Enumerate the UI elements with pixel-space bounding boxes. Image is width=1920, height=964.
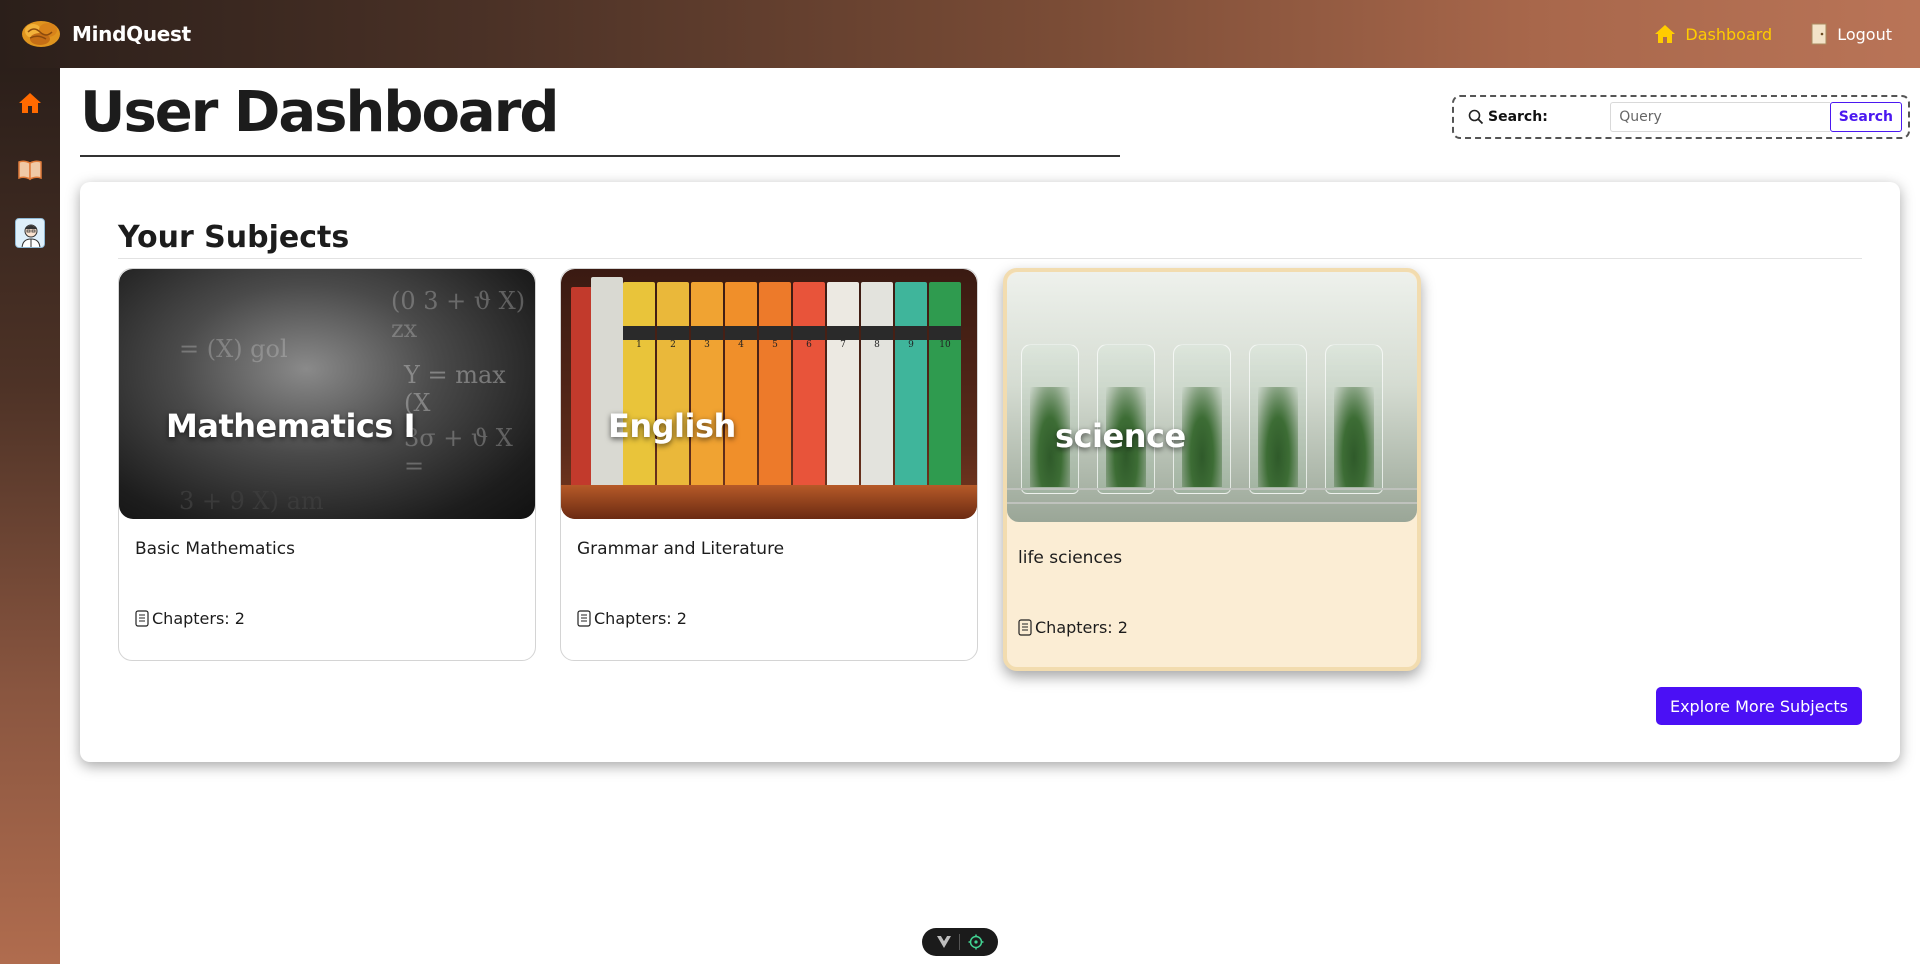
door-icon [1811,23,1827,45]
math-equation: 3σ + ϑ X = [404,424,513,480]
book-spine: 4 [725,282,757,487]
book-number: 5 [772,340,778,350]
subject-card-english[interactable]: 1 2 3 4 5 6 7 8 9 10 English Grammar and… [560,268,978,661]
math-equation: Y = max (X [404,361,506,417]
brain-logo-icon [22,21,60,47]
english-cover-image: 1 2 3 4 5 6 7 8 9 10 English [561,269,977,519]
chapters-count: Chapters: 2 [1035,618,1128,637]
search-input[interactable] [1610,102,1830,132]
book-spine: 3 [691,282,723,487]
subjects-heading: Your Subjects [118,220,350,255]
vue-logo-icon [936,936,951,948]
sidebar [0,68,60,964]
brand[interactable]: MindQuest [20,18,191,50]
sidebar-item-subjects[interactable] [14,154,46,186]
subjects-divider [118,258,1862,259]
book-spine [591,277,623,487]
book-number: 8 [874,340,880,350]
search-label: Search: [1468,109,1610,125]
nav-dashboard-label: Dashboard [1685,24,1773,44]
nav-logout-label: Logout [1837,24,1892,44]
sidebar-item-home[interactable] [14,87,46,119]
document-icon [1018,619,1032,636]
flask-rack [1007,488,1417,504]
card-title: science [1055,417,1186,455]
user-avatar-icon [16,219,44,247]
avatar [15,218,45,248]
sidebar-item-profile[interactable] [14,217,46,249]
brand-name: MindQuest [72,22,191,46]
card-title: Mathematics I [166,407,415,445]
book-spine: 5 [759,282,791,487]
book-number: 2 [670,340,676,350]
book-spine: 9 [895,282,927,487]
devtools-toggle[interactable] [922,928,998,956]
math-equation: 3 + 9 X) am [179,487,324,515]
nav-dashboard-link[interactable]: Dashboard [1654,24,1772,44]
card-description: Basic Mathematics [135,539,295,559]
document-icon [135,610,149,627]
pill-separator [959,934,961,950]
book-spine: 2 [657,282,689,487]
book-spine: 8 [861,282,893,487]
home-icon [19,93,41,113]
subject-card-mathematics[interactable]: (0 3 + ϑ X) zx = (X) gol Y = max (X 3σ +… [118,268,536,661]
card-chapters: Chapters: 2 [135,609,245,628]
book-number: 10 [939,340,951,350]
book-number: 9 [908,340,914,350]
card-description: life sciences [1018,548,1123,568]
science-cover-image: science [1007,272,1417,522]
flask [1249,344,1307,494]
subjects-panel: Your Subjects (0 3 + ϑ X) zx = (X) gol Y… [80,182,1900,762]
search-button[interactable]: Search [1829,102,1902,132]
book-number: 3 [704,340,710,350]
chapters-count: Chapters: 2 [152,609,245,628]
book-spine: 1 [623,282,655,487]
book-spine: 7 [827,282,859,487]
card-description: Grammar and Literature [577,539,785,559]
book-number: 6 [806,340,812,350]
book-number: 4 [738,340,744,350]
subject-card-science[interactable]: science life sciences Chapters: 2 [1003,268,1421,671]
mathematics-cover-image: (0 3 + ϑ X) zx = (X) gol Y = max (X 3σ +… [119,269,535,519]
page-title: User Dashboard [80,80,559,145]
bookshelf [561,485,977,519]
title-divider [80,155,1120,157]
chapters-count: Chapters: 2 [594,609,687,628]
card-title: English [608,407,736,445]
math-equation: (0 3 + ϑ X) zx [391,287,526,343]
card-chapters: Chapters: 2 [1018,618,1128,637]
flask [1325,344,1383,494]
card-chapters: Chapters: 2 [577,609,687,628]
explore-more-subjects-button[interactable]: Explore More Subjects [1655,687,1862,725]
book-spine: 6 [793,282,825,487]
open-book-icon [18,160,42,181]
search-icon [1468,109,1484,125]
math-equation: = (X) gol [179,335,288,363]
search-label-text: Search: [1488,109,1548,125]
book-spine: 10 [929,282,961,487]
search-box: Search: Search [1452,95,1910,139]
nav-logout-link[interactable]: Logout [1810,23,1892,45]
top-navbar: MindQuest Dashboard Logout [0,0,1920,68]
home-icon [1655,25,1676,43]
book-number: 7 [840,340,846,350]
book-number: 1 [636,340,642,350]
document-icon [577,610,591,627]
target-icon [968,934,984,950]
